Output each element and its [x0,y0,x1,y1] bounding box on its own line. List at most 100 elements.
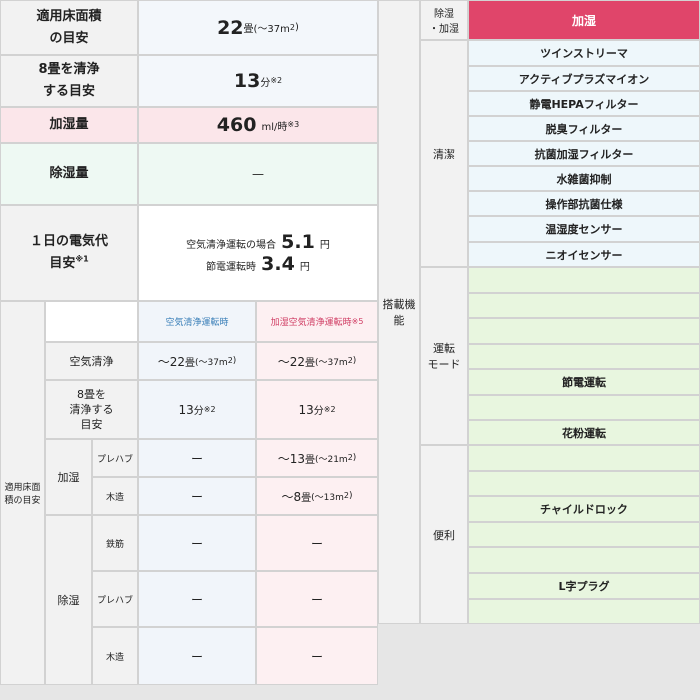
col-header-air-text: 空気清浄運転時 [165,318,229,328]
row-clean-label-l2: 清浄する [69,403,114,416]
dehumidify-rc-air-text: ー [190,536,203,551]
row-clean-humid-unit: 分 [313,406,324,417]
feature-header-value-text: 加湿 [571,13,596,28]
row-clean-label-l3: 目安 [80,418,103,431]
floor-area-number: 22 [217,16,244,39]
mode-item-text: 花粉運転 [562,426,606,440]
feature-header-value: 加湿 [468,0,700,40]
humidify-wood-humid-unit: 畳 [301,492,312,504]
dehumidify-prefab-label: プレハブ [92,571,138,627]
cleaning-item: 温湿度センサー [468,216,700,242]
power-line1-text: 空気清浄運転の場合 [186,240,277,251]
area-side-label-line2: 積の目安 [4,496,41,506]
dehumidify-wood-label-text: 木造 [105,652,124,663]
power-value: 空気清浄運転の場合 5.1 円 節電運転時 3.4 円 [138,205,378,301]
dehumidify-prefab-air-text: ー [190,592,203,607]
cleaning-item: アクティブプラズマイオン [468,66,700,91]
power-line1-value: 5.1 [281,231,315,253]
cleaning-item-text: ツインストリーマ [540,47,628,60]
floor-area-value: 22 畳 (～37m 2) [138,0,378,55]
features-section-label-line1: 搭載機 [382,298,416,311]
cleaning-label-text: 清潔 [433,147,455,161]
dehumidify-rc-air: ー [138,515,256,571]
dehumidify-prefab-humid: ー [256,571,378,627]
power-label-line1: １日の電気代 [29,234,108,249]
cleaning-item: 抗菌加湿フィルター [468,141,700,166]
row-air-humid-unit: 畳 [304,357,315,369]
humidify-wood-label: 木造 [92,477,138,515]
cleaning-item-text: アクティブプラズマイオン [518,72,650,86]
mode-item: 花粉運転 [468,420,700,445]
cleaning-item: ツインストリーマ [468,40,700,66]
row-air-humid: ～22 畳 (～37m 2) [256,342,378,380]
humidify-wood-air: ー [138,477,256,515]
dehumidify-prefab-label-text: プレハブ [96,595,133,606]
humidify-label: 加湿 [45,439,92,515]
power-line2-text: 節電運転時 [206,262,257,273]
convenience-label: 便利 [420,445,468,624]
row-clean-air-value: 13 [178,402,194,417]
power-line2-unit: 円 [299,262,310,273]
cleaning-item: 操作部抗菌仕様 [468,191,700,216]
row-air-humid-close: ) [352,356,357,366]
humidify-label-text: 加湿 [57,471,80,484]
humidify-wood-humid-range: (～13m [311,492,344,503]
row-air-label-text: 空気清浄 [69,355,114,368]
clean8-number: 13 [233,70,261,92]
convenience-item-text: チャイルドロック [540,503,628,516]
mode-item-text: 節電運転 [562,376,606,389]
humidify-prefab-humid: ～13 畳 (～21m 2) [256,439,378,477]
dehumidify-wood-label: 木造 [92,627,138,685]
mode-item [468,395,700,420]
convenience-label-text: 便利 [433,528,455,542]
cleaning-item: 静電HEPAフィルター [468,91,700,116]
dehumidify-wood-humid: ー [256,627,378,685]
mode-item: 節電運転 [468,369,700,395]
floor-area-unit: 畳 [243,24,254,35]
dehumidify-label: 除湿 [45,515,92,685]
cleaning-item: 脱臭フィルター [468,116,700,141]
cleaning-item-text: ニオイセンサー [545,248,623,262]
col-header-humid: 加湿空気清浄運転時 ※5 [256,301,378,342]
humidify-prefab-humid-range: (～21m [314,454,348,465]
humidify-prefab-air-text: ー [190,451,203,466]
area-side-label: 適用床面 積の目安 [0,301,45,685]
humidify-prefab-label: プレハブ [92,439,138,477]
convenience-item-text: L字プラグ [558,580,610,593]
humidify-wood-humid: ～8 畳 (～13m 2) [256,477,378,515]
features-section-label: 搭載機 能 [378,0,420,624]
mode-item [468,344,700,369]
modes-label-line2: モード [427,358,461,371]
cleaning-item: 水雑菌抑制 [468,166,700,191]
convenience-item [468,547,700,573]
row-air-air-range: (～37m [194,357,228,368]
feature-header-label-line2: ・加湿 [429,24,459,35]
cleaning-item-text: 脱臭フィルター [545,122,623,136]
row-air-humid-range: (～37m [314,357,348,368]
humid-label-text: 加湿量 [49,117,89,132]
cleaning-item-text: 温湿度センサー [545,223,623,236]
features-section-label-line2: 能 [393,314,405,327]
row-air-air-close: ) [232,356,237,366]
humidify-wood-label-text: 木造 [105,492,124,503]
clean8-unit: 分 [260,77,271,89]
mode-item [468,293,700,318]
modes-label: 運転 モード [420,267,468,445]
power-label: １日の電気代 目安※1 [0,205,138,301]
dehumidify-prefab-air: ー [138,571,256,627]
dehumidify-rc-humid: ー [256,515,378,571]
floor-area-label-line2: の目安 [49,30,89,46]
clean8-label-line2: する目安 [42,84,95,99]
clean8-label-line1: 8畳を清浄 [38,62,100,77]
area-corner [45,301,138,342]
feature-header-label-line1: 除湿 [434,9,454,20]
dehumidify-wood-air: ー [138,627,256,685]
humidify-prefab-humid-prefix: ～13 [277,451,305,466]
humidify-wood-humid-close: ) [348,491,353,501]
cleaning-label: 清潔 [420,40,468,267]
floor-area-label-line1: 適用床面積 [36,8,102,24]
floor-area-label: 適用床面積 の目安 [0,0,138,55]
dehumid-value: — [138,143,378,205]
col-header-humid-text: 加湿空気清浄運転時 [270,318,352,328]
row-air-humid-prefix: ～22 [277,354,305,369]
